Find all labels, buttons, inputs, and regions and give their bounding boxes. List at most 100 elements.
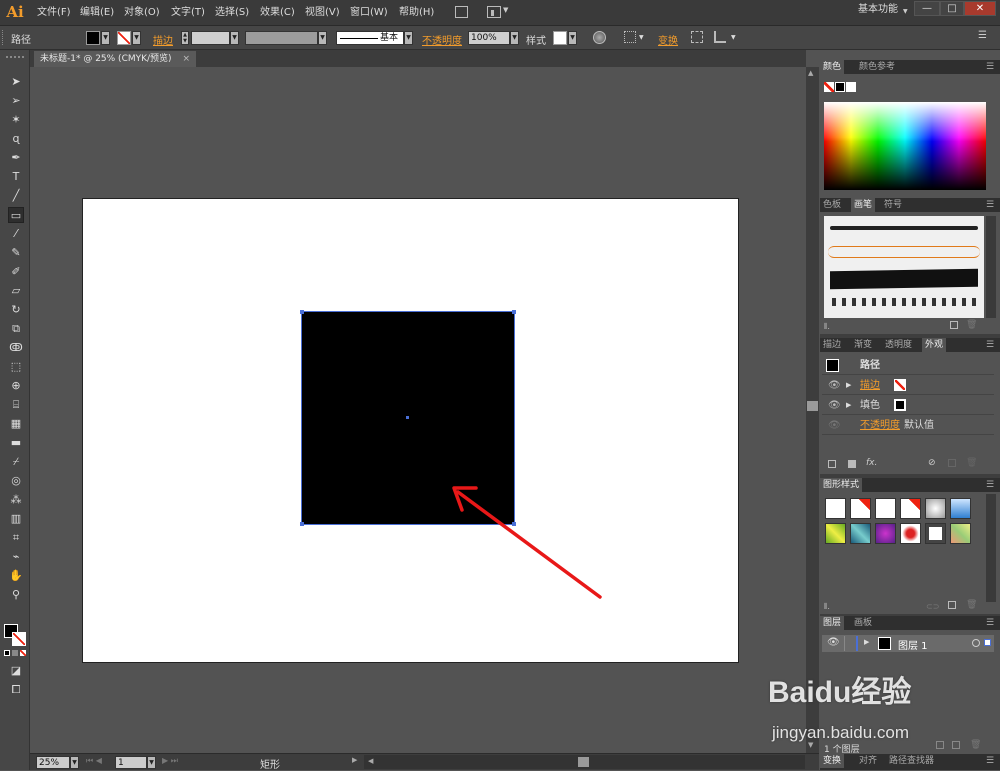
- scale-tool-icon[interactable]: ⧉: [8, 321, 24, 337]
- column-graph-tool-icon[interactable]: ▥: [8, 511, 24, 527]
- expand-arrow-icon[interactable]: ▶: [846, 376, 851, 395]
- artboard-tool-icon[interactable]: ⌗: [8, 530, 24, 546]
- fill-swatch[interactable]: [86, 31, 100, 45]
- add-new-stroke-icon[interactable]: [828, 460, 836, 468]
- maximize-button[interactable]: □: [940, 1, 964, 16]
- brush-charcoal[interactable]: [830, 226, 978, 230]
- hand-tool-icon[interactable]: ✋: [8, 568, 24, 584]
- scrollbar-thumb[interactable]: [807, 401, 818, 411]
- eraser-tool-icon[interactable]: ▱: [8, 283, 24, 299]
- menu-object[interactable]: 对象(O): [124, 0, 160, 26]
- stroke-color-swatch[interactable]: [12, 632, 26, 646]
- tab-swatches[interactable]: 色板: [820, 198, 844, 212]
- new-brush-icon[interactable]: [950, 321, 958, 329]
- appearance-stroke-row[interactable]: 👁 ▶ 描边: [822, 376, 994, 395]
- menu-window[interactable]: 窗口(W): [350, 0, 388, 26]
- page-dropdown[interactable]: ▼: [147, 756, 156, 769]
- zoom-tool-icon[interactable]: ⚲: [8, 587, 24, 603]
- menu-file[interactable]: 文件(F): [37, 0, 71, 26]
- free-transform-tool-icon[interactable]: ⬚: [8, 359, 24, 375]
- brush-decorative[interactable]: [828, 246, 980, 258]
- close-button[interactable]: ✕: [964, 1, 996, 16]
- layer-row[interactable]: 👁 ▶ 图层 1: [822, 635, 994, 652]
- clear-appearance-icon[interactable]: ⊘: [928, 458, 936, 468]
- delete-brush-icon[interactable]: 🗑: [966, 320, 977, 330]
- expand-arrow-icon[interactable]: ▶: [846, 396, 851, 415]
- next-page-icon[interactable]: ▶ ⏭: [162, 756, 178, 766]
- style-soft-shadow[interactable]: [925, 498, 946, 519]
- target-icon[interactable]: [972, 639, 980, 647]
- page-input[interactable]: 1: [115, 756, 147, 769]
- minimize-button[interactable]: —: [914, 1, 940, 16]
- pencil-tool-icon[interactable]: ✎: [8, 245, 24, 261]
- tab-layers[interactable]: 图层: [820, 616, 845, 630]
- new-sublayer-icon[interactable]: [936, 741, 944, 749]
- menu-edit[interactable]: 编辑(E): [80, 0, 114, 26]
- first-page-icon[interactable]: ⏮ ◀: [86, 756, 102, 766]
- stroke-weight-input[interactable]: [191, 31, 230, 45]
- paintbrush-tool-icon[interactable]: ⁄: [8, 226, 24, 242]
- stroke-weight-dropdown[interactable]: ▼: [230, 31, 239, 45]
- anchor-point-top-right[interactable]: [512, 310, 516, 314]
- brush-list[interactable]: [824, 216, 984, 318]
- zoom-dropdown[interactable]: ▼: [70, 756, 79, 769]
- workspace-switcher[interactable]: 基本功能: [858, 0, 898, 23]
- chevron-down-icon[interactable]: ▼: [903, 8, 908, 15]
- menu-type[interactable]: 文字(T): [171, 0, 205, 26]
- symbol-sprayer-tool-icon[interactable]: ⁂: [8, 492, 24, 508]
- tab-pathfinder[interactable]: 路径查找器: [886, 754, 937, 768]
- menu-select[interactable]: 选择(S): [215, 0, 249, 26]
- menu-help[interactable]: 帮助(H): [399, 0, 434, 26]
- stroke-label[interactable]: 描边: [153, 32, 173, 47]
- gradient-tool-icon[interactable]: ▬: [8, 435, 24, 451]
- tab-color-guide[interactable]: 颜色参考: [856, 60, 898, 74]
- style-white[interactable]: [875, 498, 896, 519]
- tab-stroke[interactable]: 描边: [820, 338, 844, 352]
- line-tool-icon[interactable]: ╱: [8, 188, 24, 204]
- tab-brushes[interactable]: 画笔: [851, 198, 876, 212]
- brush-definition[interactable]: 基本: [336, 31, 404, 45]
- stroke-swatch[interactable]: [117, 31, 131, 45]
- style-teal-texture[interactable]: [850, 523, 871, 544]
- lasso-tool-icon[interactable]: ɋ: [8, 131, 24, 147]
- panel-menu-icon[interactable]: ☰: [986, 754, 994, 768]
- new-graphic-style-icon[interactable]: [948, 601, 956, 609]
- tab-transform[interactable]: 变换: [820, 754, 845, 768]
- tab-gradient[interactable]: 渐变: [851, 338, 875, 352]
- brush-thick-ink[interactable]: [830, 268, 978, 290]
- tab-transparency[interactable]: 透明度: [882, 338, 915, 352]
- status-menu-icon[interactable]: ▶: [352, 756, 357, 764]
- type-tool-icon[interactable]: T: [8, 169, 24, 185]
- recolor-artwork-icon[interactable]: [593, 31, 606, 44]
- style-purple-splash[interactable]: [875, 523, 896, 544]
- scroll-up-icon[interactable]: ▲: [808, 69, 813, 77]
- anchor-point-bottom-left[interactable]: [300, 522, 304, 526]
- rotate-tool-icon[interactable]: ↻: [8, 302, 24, 318]
- tab-appearance[interactable]: 外观: [922, 338, 947, 352]
- screen-mode-icon[interactable]: ⧠: [8, 682, 24, 698]
- appearance-opacity-row[interactable]: 👁 不透明度 默认值: [822, 416, 994, 435]
- appearance-opacity-label[interactable]: 不透明度: [860, 416, 900, 435]
- close-tab-icon[interactable]: ×: [182, 54, 190, 64]
- graphic-style-libraries-icon[interactable]: ⫴.: [824, 602, 830, 612]
- menu-effect[interactable]: 效果(C): [260, 0, 295, 26]
- tab-align[interactable]: 对齐: [856, 754, 880, 768]
- panel-menu-icon[interactable]: ☰: [986, 616, 994, 630]
- color-spectrum[interactable]: [824, 102, 986, 190]
- add-effect-icon[interactable]: fx.: [866, 458, 877, 468]
- stroke-none-swatch[interactable]: [894, 379, 906, 391]
- white-swatch[interactable]: [846, 82, 856, 92]
- opacity-label[interactable]: 不透明度: [422, 32, 462, 47]
- brush-splatter[interactable]: [832, 298, 976, 306]
- graphic-styles-scrollbar[interactable]: [986, 494, 996, 602]
- style-pastel[interactable]: [950, 523, 971, 544]
- isolate-icon[interactable]: [691, 31, 703, 43]
- arrange-documents-icon[interactable]: [487, 6, 501, 18]
- anchor-point-top-left[interactable]: [300, 310, 304, 314]
- variable-width-profile[interactable]: [245, 31, 318, 45]
- add-new-fill-icon[interactable]: [848, 460, 856, 468]
- drawing-mode-icon[interactable]: ◪: [8, 663, 24, 679]
- stroke-weight-stepper[interactable]: ▲ ▼: [181, 31, 189, 45]
- delete-graphic-style-icon[interactable]: 🗑: [966, 600, 977, 610]
- align-icon[interactable]: [624, 31, 636, 43]
